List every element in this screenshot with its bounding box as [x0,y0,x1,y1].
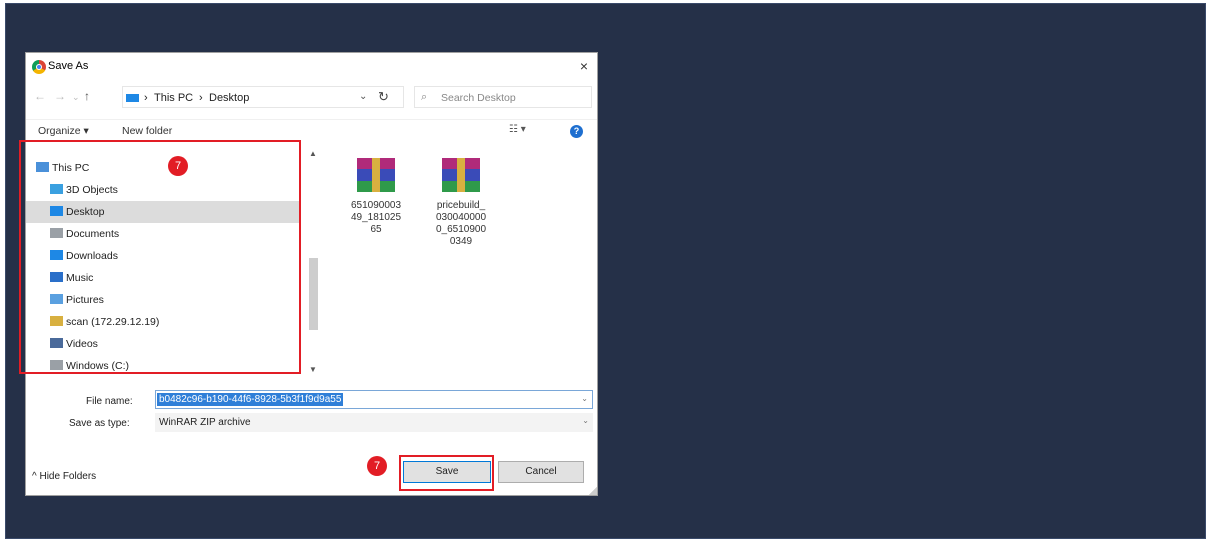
help-icon[interactable]: ? [570,125,583,138]
chrome-icon [32,60,46,74]
new-folder-button[interactable]: New folder [122,125,172,137]
highlight-navigation-pane [19,140,301,374]
up-arrow-icon[interactable]: ↑ [84,89,90,103]
file-item[interactable]: 651090003 49_181025 65 [336,143,416,253]
title-bar: Save As × [26,53,597,81]
save-as-type-select[interactable]: WinRAR ZIP archive ⌄ [155,413,593,432]
resize-grip[interactable] [589,487,597,495]
file-name: 651090003 49_181025 65 [350,200,402,235]
save-as-type-value: WinRAR ZIP archive [159,417,251,428]
chevron-down-icon[interactable]: ⌄ [359,91,367,102]
toolbar: Organize ▾ New folder ☷ ▾ ? [26,119,597,142]
file-list: 651090003 49_181025 65 pricebuild_ 03004… [326,143,597,371]
recent-locations-icon[interactable]: ⌄ [72,90,80,104]
file-name-label: File name: [86,396,133,407]
view-options-icon[interactable]: ☷ ▾ [509,124,526,135]
forward-arrow-icon[interactable]: → [54,89,66,103]
breadcrumb-desktop[interactable]: Desktop [209,92,249,104]
organize-menu[interactable]: Organize ▾ [38,125,89,137]
highlight-save-button [399,455,494,491]
file-item[interactable]: pricebuild_ 030040000 0_6510900 0349 [421,143,501,263]
breadcrumb-separator: › [144,92,148,104]
winrar-archive-icon [357,158,395,192]
search-box[interactable]: ⌕ Search Desktop [414,86,592,108]
save-as-type-label: Save as type: [69,418,130,429]
step-marker: 7 [367,456,387,476]
breadcrumb-separator: › [199,92,203,104]
hide-folders-button[interactable]: ^ Hide Folders [32,471,96,482]
chevron-down-icon[interactable]: ⌄ [581,394,588,403]
address-bar[interactable]: › This PC › Desktop ⌄ ↻ [122,86,404,108]
file-name-input[interactable]: b0482c96-b190-44f6-8928-5b3f1f9d9a55 ⌄ [155,390,593,409]
step-marker: 7 [168,156,188,176]
search-icon: ⌕ [421,91,428,103]
chevron-down-icon[interactable]: ⌄ [582,416,589,425]
refresh-icon[interactable]: ↻ [378,89,389,105]
winrar-archive-icon [442,158,480,192]
scrollbar-thumb[interactable] [309,258,318,330]
search-placeholder: Search Desktop [441,92,516,104]
back-arrow-icon[interactable]: ← [34,89,46,103]
cancel-button[interactable]: Cancel [498,461,584,483]
close-button[interactable]: × [574,56,594,76]
file-name-value: b0482c96-b190-44f6-8928-5b3f1f9d9a55 [157,393,344,406]
breadcrumb-this-pc[interactable]: This PC [154,92,193,104]
scroll-down-arrow-icon[interactable]: ▼ [309,365,317,374]
scroll-up-arrow-icon[interactable]: ▲ [309,149,317,158]
this-pc-icon [126,94,139,102]
dialog-title: Save As [48,60,89,72]
navigation-bar: ← → ⌄ ↑ › This PC › Desktop ⌄ ↻ ⌕ Search… [26,83,597,111]
file-name: pricebuild_ 030040000 0_6510900 0349 [435,200,487,247]
